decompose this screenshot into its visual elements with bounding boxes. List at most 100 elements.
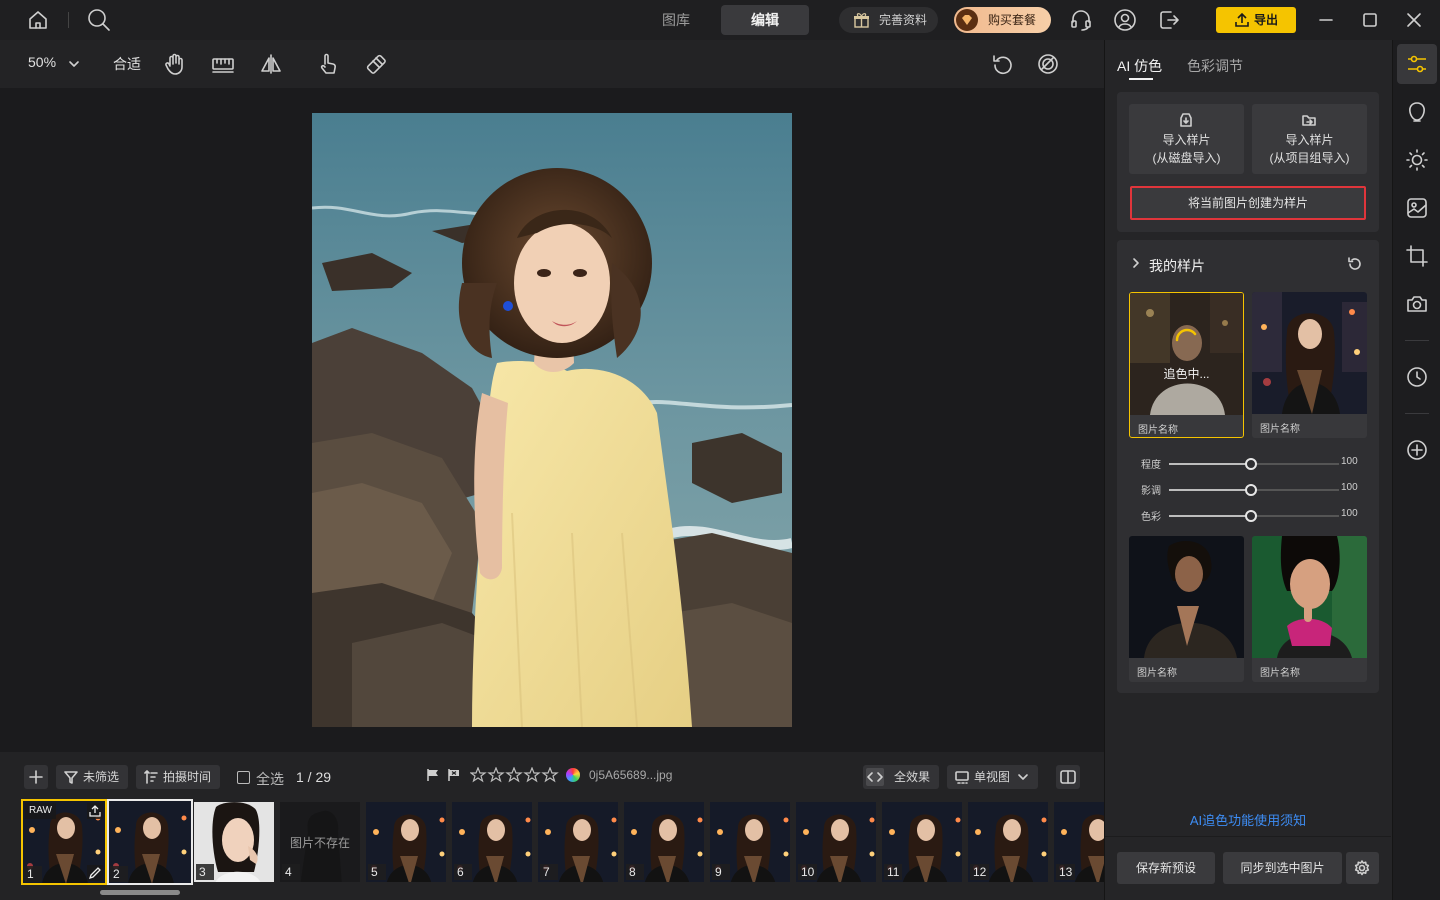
logout-icon[interactable] — [1157, 8, 1181, 32]
filmstrip-thumb[interactable]: 12 — [968, 802, 1048, 882]
divider — [1105, 836, 1391, 837]
title-bar: 图库 编辑 完善资料 购买套餐 导出 — [0, 0, 1440, 40]
import-project-line2: (从项目组导入) — [1269, 151, 1350, 165]
slider-fill — [1169, 489, 1251, 491]
slider-track[interactable] — [1169, 484, 1339, 496]
adjust-sliders-icon[interactable] — [1405, 52, 1429, 76]
sample-card[interactable]: 图片名称 — [1252, 536, 1367, 682]
user-icon[interactable] — [1113, 8, 1137, 32]
eraser-icon[interactable] — [364, 52, 388, 76]
add-button[interactable] — [24, 765, 48, 789]
rating-stars[interactable] — [470, 767, 560, 783]
filmstrip-thumb[interactable]: 11 — [882, 802, 962, 882]
brightness-icon[interactable] — [1405, 148, 1429, 172]
color-label-icon[interactable] — [566, 768, 580, 782]
import-from-project-button[interactable]: 导入样片 (从项目组导入) — [1252, 104, 1367, 174]
tab-underline — [1129, 78, 1153, 80]
filmstrip-thumb[interactable]: 图片不存在 4 — [280, 802, 360, 882]
slider-value: 100 — [1341, 508, 1358, 519]
divider — [1405, 340, 1429, 341]
refresh-icon[interactable] — [1347, 256, 1363, 272]
buy-plan-button[interactable]: 购买套餐 — [954, 7, 1051, 33]
touch-icon[interactable] — [316, 52, 340, 76]
filmstrip-thumb[interactable]: 7 — [538, 802, 618, 882]
save-preset-button[interactable]: 保存新预设 — [1117, 852, 1215, 884]
add-circle-icon[interactable] — [1405, 438, 1429, 462]
camera-icon[interactable] — [1405, 292, 1429, 316]
filter-button[interactable]: 未筛选 — [56, 765, 128, 789]
filmstrip-thumb[interactable]: 5 — [366, 802, 446, 882]
sync-selected-button[interactable]: 同步到选中图片 — [1223, 852, 1342, 884]
compare-icon[interactable] — [1036, 52, 1060, 76]
filmstrip-scrollbar[interactable] — [100, 890, 180, 895]
filmstrip-thumb[interactable]: 9 — [710, 802, 790, 882]
filmstrip-thumb[interactable]: 6 — [452, 802, 532, 882]
flip-icon[interactable] — [259, 52, 283, 76]
zoom-value: 50% — [28, 54, 57, 70]
tab-edit[interactable]: 编辑 — [721, 5, 809, 35]
import-from-disk-button[interactable]: 导入样片 (从磁盘导入) — [1129, 104, 1244, 174]
face-icon[interactable] — [1405, 100, 1429, 124]
ai-notice-link[interactable]: AI追色功能使用须知 — [1105, 810, 1391, 829]
home-icon[interactable] — [26, 8, 50, 32]
complete-profile-button[interactable]: 完善资料 — [839, 7, 938, 33]
view-mode-select[interactable]: 单视图 — [947, 765, 1038, 789]
ruler-icon[interactable] — [211, 52, 235, 76]
tab-color-adjust[interactable]: 色彩调节 — [1187, 56, 1243, 76]
sample-card[interactable]: 追色中... 图片名称 — [1129, 292, 1244, 438]
filmstrip-thumb[interactable]: 8 — [624, 802, 704, 882]
slider-value: 100 — [1341, 456, 1358, 467]
chevron-down-icon — [1017, 771, 1029, 783]
image-position: 1 / 29 — [296, 769, 332, 785]
filmstrip-thumb[interactable]: RAW 1 — [21, 799, 107, 885]
slider-row: 程度 100 — [1117, 450, 1379, 476]
zoom-select[interactable]: 50% — [28, 54, 56, 74]
slider-handle[interactable] — [1244, 458, 1257, 470]
slider-label: 色彩 — [1141, 512, 1161, 523]
slider-handle[interactable] — [1244, 484, 1257, 496]
select-all-checkbox[interactable] — [237, 771, 250, 784]
split-view-button[interactable] — [1056, 765, 1080, 789]
sample-thumbnail — [1129, 536, 1244, 658]
main-photo[interactable] — [312, 113, 792, 727]
image-adjust-icon[interactable] — [1405, 196, 1429, 220]
edit-pencil-icon[interactable] — [87, 865, 103, 881]
headset-icon[interactable] — [1069, 8, 1093, 32]
filmstrip-thumb[interactable]: 2 — [107, 799, 193, 885]
close-icon[interactable] — [1402, 8, 1426, 32]
select-all-label: 全选 — [256, 771, 284, 787]
history-icon[interactable] — [1405, 365, 1429, 389]
full-effect-button[interactable]: 全效果 — [863, 765, 939, 789]
export-button[interactable]: 导出 — [1216, 7, 1296, 33]
maximize-icon[interactable] — [1358, 8, 1382, 32]
share-icon[interactable] — [87, 803, 103, 819]
chevron-right-icon[interactable] — [1129, 256, 1143, 270]
import-project-line1: 导入样片 — [1285, 133, 1334, 147]
crop-icon[interactable] — [1405, 244, 1429, 268]
reject-flag-icon[interactable] — [447, 768, 461, 782]
fit-button[interactable]: 合适 — [113, 54, 141, 74]
sample-card[interactable]: 图片名称 — [1252, 292, 1367, 438]
create-sample-button[interactable]: 将当前图片创建为样片 — [1130, 186, 1366, 220]
sample-card[interactable]: 图片名称 — [1129, 536, 1244, 682]
filmstrip-thumb[interactable]: 10 — [796, 802, 876, 882]
minimize-icon[interactable] — [1314, 8, 1338, 32]
undo-icon[interactable] — [991, 52, 1015, 76]
sort-button[interactable]: 拍摄时间 — [136, 765, 220, 789]
chevron-down-icon[interactable] — [67, 57, 81, 71]
hand-icon[interactable] — [163, 52, 187, 76]
tab-library[interactable]: 图库 — [632, 5, 720, 35]
flag-icon[interactable] — [426, 768, 440, 782]
tab-ai-color[interactable]: AI 仿色 — [1117, 56, 1162, 76]
slider-handle[interactable] — [1244, 510, 1257, 522]
filter-label: 未筛选 — [83, 770, 120, 784]
filmstrip-thumb[interactable]: 3 — [194, 802, 274, 882]
search-icon[interactable] — [86, 7, 112, 33]
settings-button[interactable] — [1346, 852, 1379, 884]
slider-track[interactable] — [1169, 458, 1339, 470]
thumb-number: 10 — [798, 864, 818, 880]
divider — [68, 12, 69, 28]
slider-track[interactable] — [1169, 510, 1339, 522]
thumb-number: 12 — [970, 864, 990, 880]
thumb-number: 13 — [1056, 864, 1076, 880]
